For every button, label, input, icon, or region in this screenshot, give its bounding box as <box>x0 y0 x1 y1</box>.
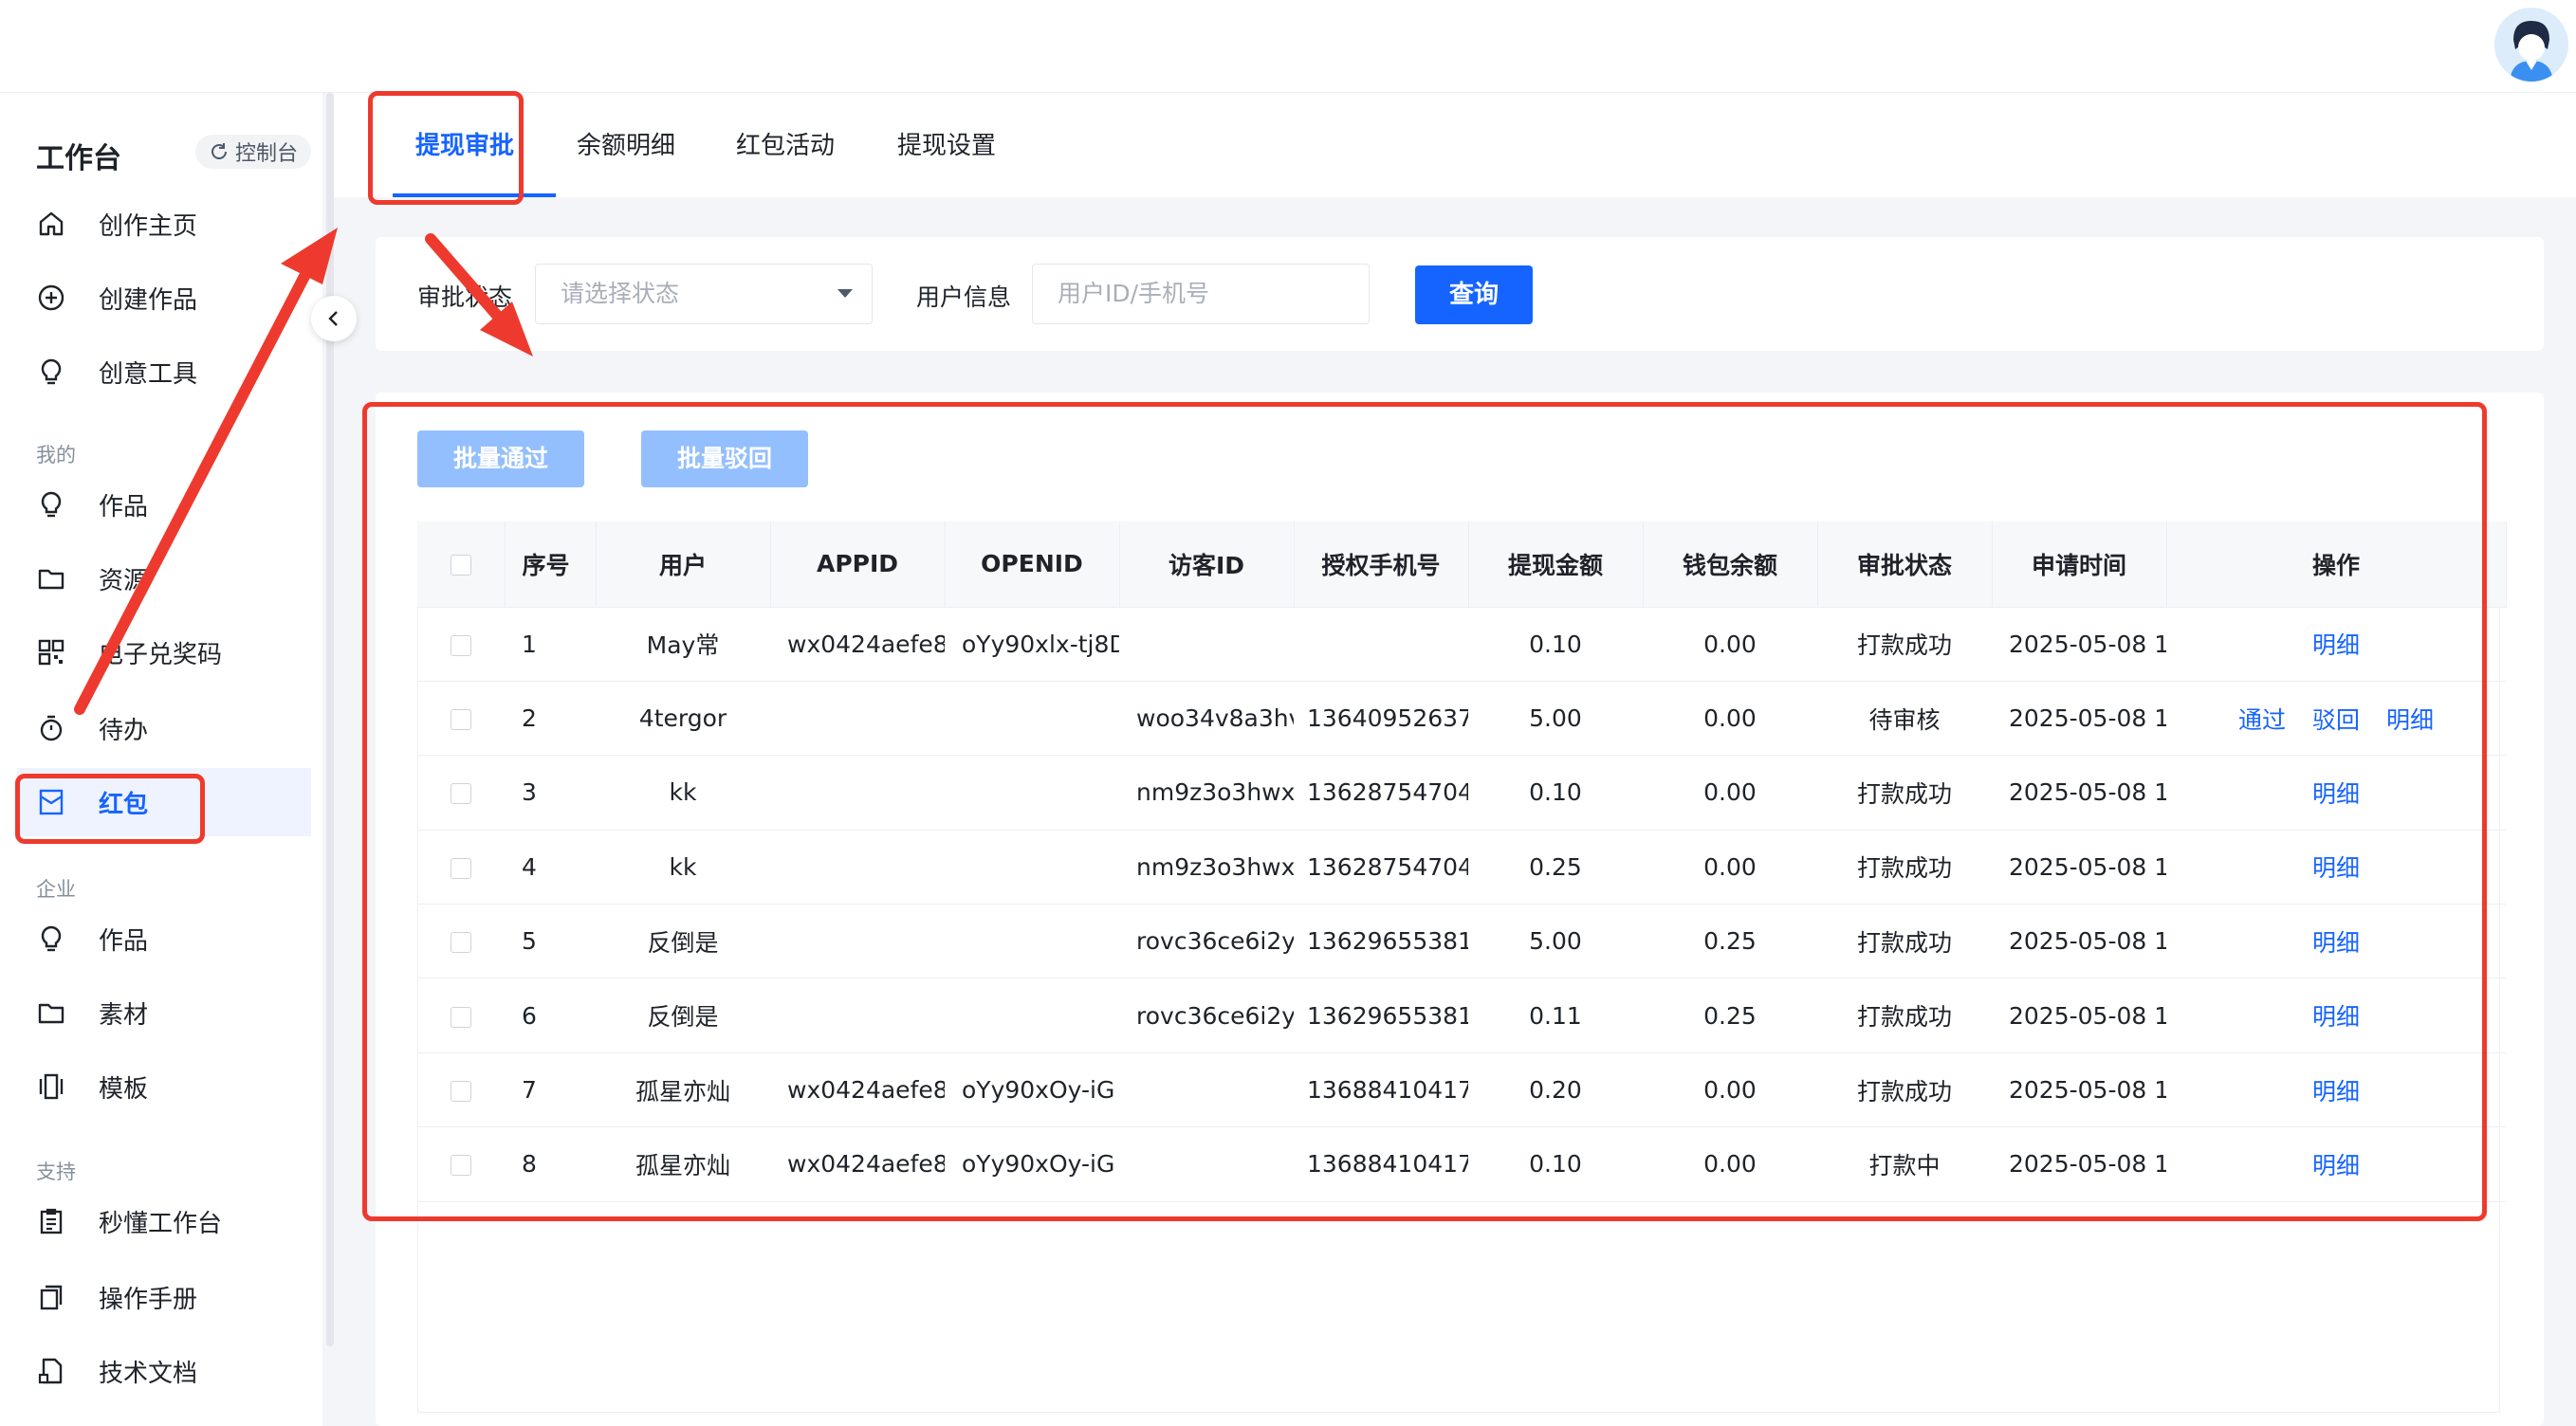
sidebar-item-label: 作品 <box>99 926 149 956</box>
sidebar-item-resources[interactable]: 资源 <box>17 544 311 612</box>
sidebar-group-enterprise: 企业 <box>36 878 76 901</box>
sidebar-item-quick-guide[interactable]: 秒懂工作台 <box>17 1187 311 1255</box>
status-filter-label: 审批状态 <box>417 283 513 311</box>
stopwatch-icon <box>36 713 66 743</box>
user-avatar[interactable] <box>2494 8 2568 82</box>
sidebar-item-label: 电子兑奖码 <box>99 640 223 669</box>
tab-balance-detail[interactable]: 余额明细 <box>577 127 675 165</box>
template-icon <box>36 1071 66 1102</box>
bulb-icon <box>36 489 66 520</box>
bulb-icon <box>36 356 66 387</box>
query-button[interactable]: 查询 <box>1415 265 1533 324</box>
sidebar-item-label: 创建作品 <box>99 285 198 315</box>
clipboard-icon <box>36 1206 66 1236</box>
sidebar-group-mine: 我的 <box>36 444 76 466</box>
qrcode-icon <box>36 637 66 667</box>
sidebar-item-creation-home[interactable]: 创作主页 <box>17 190 311 258</box>
folder-icon <box>36 563 66 594</box>
tab-bar: 提现审批 余额明细 红包活动 提现设置 <box>334 93 2576 197</box>
sidebar-item-label: 创作主页 <box>99 211 198 241</box>
console-label: 控制台 <box>235 142 299 166</box>
folder-icon <box>36 997 66 1028</box>
sidebar-item-label: 资源 <box>99 566 149 595</box>
user-info-label: 用户信息 <box>916 283 1012 311</box>
plus-circle-icon <box>36 283 66 313</box>
sidebar-item-my-works[interactable]: 作品 <box>17 470 311 539</box>
status-select[interactable]: 请选择状态 <box>535 264 873 324</box>
sidebar: 工作台 控制台 创作主页 创建作品 创意工具 我的 作品 资源 电子兑奖码 待办… <box>0 93 322 1426</box>
sidebar-item-label: 素材 <box>99 1000 149 1030</box>
user-info-input[interactable]: 用户ID/手机号 <box>1032 264 1370 324</box>
sidebar-item-creative-tools[interactable]: 创意工具 <box>17 338 311 406</box>
sidebar-item-materials[interactable]: 素材 <box>17 978 311 1047</box>
sidebar-scrollbar[interactable] <box>326 93 334 1346</box>
collapse-sidebar-button[interactable] <box>311 296 357 341</box>
annotation-box-table <box>362 402 2487 1221</box>
sidebar-item-label: 待办 <box>99 716 149 745</box>
sidebar-item-manual[interactable]: 操作手册 <box>17 1263 311 1331</box>
annotation-box-tab <box>368 91 524 205</box>
top-bar <box>0 0 2576 93</box>
chevron-left-icon <box>328 311 338 326</box>
sidebar-item-tech-docs[interactable]: 技术文档 <box>17 1337 311 1405</box>
status-select-placeholder: 请选择状态 <box>561 280 680 307</box>
sidebar-item-label: 作品 <box>99 492 149 521</box>
sidebar-item-templates[interactable]: 模板 <box>17 1052 311 1121</box>
avatar-icon <box>2494 8 2568 82</box>
sidebar-item-create-work[interactable]: 创建作品 <box>17 264 311 332</box>
sidebar-item-label: 操作手册 <box>99 1285 198 1314</box>
sidebar-item-redeem-code[interactable]: 电子兑奖码 <box>17 618 311 686</box>
sidebar-title: 工作台 <box>36 142 121 175</box>
copy-icon <box>36 1282 66 1312</box>
sidebar-item-label: 模板 <box>99 1074 149 1104</box>
caret-down-icon <box>837 289 853 298</box>
doc-hand-icon <box>36 1356 66 1386</box>
sidebar-item-todo[interactable]: 待办 <box>17 694 311 762</box>
annotation-box-red-envelope <box>15 774 205 844</box>
tab-withdraw-settings[interactable]: 提现设置 <box>897 127 996 165</box>
sidebar-item-label: 创意工具 <box>99 359 198 389</box>
sidebar-group-support: 支持 <box>36 1161 76 1183</box>
sidebar-item-label: 秒懂工作台 <box>99 1209 223 1238</box>
bulb-icon <box>36 923 66 954</box>
home-icon <box>36 209 66 239</box>
refresh-icon <box>212 143 227 159</box>
tab-red-envelope-activity[interactable]: 红包活动 <box>736 127 835 165</box>
console-button[interactable]: 控制台 <box>195 135 312 169</box>
filter-panel: 审批状态 请选择状态 用户信息 用户ID/手机号 查询 <box>376 237 2544 351</box>
sidebar-item-enterprise-works[interactable]: 作品 <box>17 905 311 973</box>
sidebar-item-label: 技术文档 <box>99 1359 198 1388</box>
